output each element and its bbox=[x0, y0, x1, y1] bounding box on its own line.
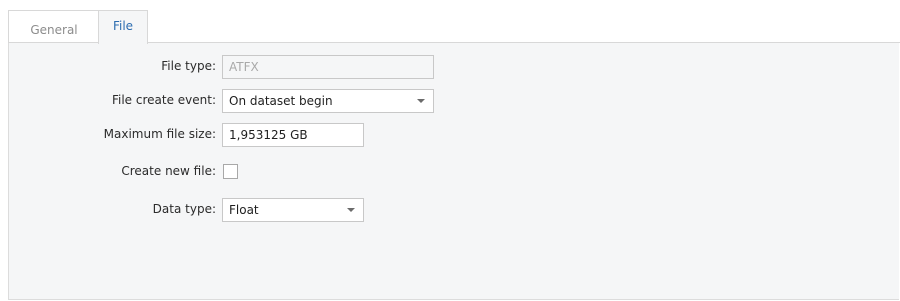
file-type-label: File type: bbox=[161, 59, 216, 73]
max-file-size-field[interactable]: 1,953125 GB bbox=[222, 123, 364, 147]
tab-file-label: File bbox=[112, 18, 134, 33]
file-create-event-value: On dataset begin bbox=[229, 94, 333, 108]
create-new-file-row: Create new file: bbox=[9, 160, 216, 184]
tab-general-label: General bbox=[30, 22, 78, 37]
file-type-field: ATFX bbox=[222, 55, 434, 79]
file-type-row: File type: bbox=[9, 55, 216, 79]
tab-general[interactable]: General bbox=[8, 10, 99, 43]
tab-strip: General File bbox=[8, 10, 900, 44]
file-settings-panel: File type: ATFX File create event: On da… bbox=[8, 43, 899, 300]
data-type-value: Float bbox=[229, 203, 259, 217]
create-new-file-checkbox[interactable] bbox=[223, 164, 238, 179]
create-new-file-label: Create new file: bbox=[121, 164, 216, 178]
data-type-label: Data type: bbox=[152, 202, 216, 216]
file-create-event-row: File create event: bbox=[9, 89, 216, 113]
max-file-size-row: Maximum file size: bbox=[9, 123, 216, 147]
file-create-event-label: File create event: bbox=[111, 93, 216, 107]
chevron-down-icon[interactable] bbox=[347, 208, 355, 212]
file-create-event-dropdown[interactable]: On dataset begin bbox=[222, 89, 434, 113]
data-type-dropdown[interactable]: Float bbox=[222, 198, 364, 222]
chevron-down-icon[interactable] bbox=[417, 99, 425, 103]
tab-file[interactable]: File bbox=[98, 10, 148, 44]
data-type-row: Data type: bbox=[9, 198, 216, 222]
max-file-size-label: Maximum file size: bbox=[103, 127, 216, 141]
